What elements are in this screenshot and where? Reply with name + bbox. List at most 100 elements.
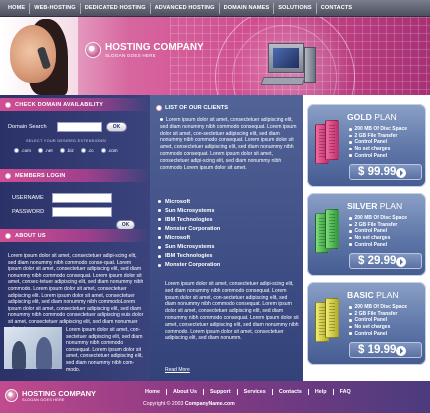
- client-item[interactable]: Monster Corporation: [158, 224, 220, 233]
- radio-icon[interactable]: [37, 148, 43, 153]
- nav-web-hosting[interactable]: WEB-HOSTING: [30, 0, 80, 17]
- extension-options: .com .net .biz .cc .com: [14, 148, 125, 153]
- plan-card-gold[interactable]: GOLD PLAN 200 MB Of Disc Space 2 GB File…: [307, 104, 426, 187]
- nav-advanced-hosting[interactable]: ADVANCED HOSTING: [151, 0, 219, 17]
- client-item[interactable]: Monster Corporation: [158, 261, 220, 270]
- plan-feature: 200 MB Of Disc Space: [349, 215, 407, 222]
- members-login-title: MEMBERS LOGIN: [15, 172, 66, 179]
- plan-feature: No set charges: [349, 324, 407, 331]
- client-item[interactable]: Sun Microsystems: [158, 206, 220, 215]
- client-item[interactable]: Microsoft: [158, 233, 220, 242]
- footer-link-about-us[interactable]: About Us: [167, 389, 203, 395]
- plan-feature: 200 MB Of Disc Space: [349, 304, 407, 311]
- ext-option[interactable]: .com: [100, 148, 118, 153]
- header-photo-woman-on-phone: [0, 17, 78, 95]
- company-name: HOSTING COMPANY: [105, 42, 204, 53]
- client-item[interactable]: Sun Microsystems: [158, 242, 220, 251]
- plan-name: BASIC PLAN: [347, 290, 399, 300]
- username-input[interactable]: [52, 193, 112, 203]
- plan-feature: Control Panel: [349, 241, 407, 248]
- plan-features: 200 MB Of Disc Space 2 GB File Transfer …: [349, 304, 407, 337]
- section-bullet-icon: [5, 172, 11, 179]
- radio-icon[interactable]: [100, 148, 106, 153]
- footer-link-home[interactable]: Home: [139, 389, 166, 395]
- footer-link-help[interactable]: Help: [309, 389, 333, 395]
- plan-feature: Control Panel: [349, 139, 407, 146]
- arrow-right-icon[interactable]: [396, 168, 406, 178]
- plan-price-button[interactable]: $ 99.99: [349, 164, 422, 180]
- ext-option[interactable]: .com: [14, 148, 31, 153]
- top-nav: HOME WEB-HOSTING DEDICATED HOSTING ADVAN…: [0, 0, 430, 17]
- plan-feature: 2 GB File Transfer: [349, 311, 407, 318]
- plan-feature: 200 MB Of Disc Space: [349, 126, 407, 133]
- footer-company-name: HOSTING COMPANY: [22, 389, 97, 398]
- plan-feature: No set charges: [349, 235, 407, 242]
- plan-name: SILVER PLAN: [347, 201, 403, 211]
- ext-option[interactable]: .biz: [59, 148, 74, 153]
- company-slogan: SLOGAN GOES HERE: [105, 53, 156, 58]
- nav-dedicated-hosting[interactable]: DEDICATED HOSTING: [81, 0, 150, 17]
- nav-home[interactable]: HOME: [4, 0, 29, 17]
- nav-domain-names[interactable]: DOMAIN NAMES: [220, 0, 274, 17]
- photo-face: [10, 25, 56, 83]
- clients-body-text: Lorem ipsum dolor sit amet, consectetuer…: [165, 281, 299, 342]
- person-figure: [36, 337, 52, 369]
- nav-solutions[interactable]: SOLUTIONS: [274, 0, 316, 17]
- username-label: USERNAME: [12, 195, 44, 201]
- clients-column: LIST OF OUR CLIENTS Lorem ipsum dolor si…: [150, 95, 303, 381]
- server-icon: [313, 207, 343, 265]
- person-figure: [12, 341, 26, 369]
- domain-search-ok-button[interactable]: OK: [106, 122, 127, 132]
- read-more-link[interactable]: Read More: [165, 367, 190, 373]
- footer-link-services[interactable]: Services: [238, 389, 272, 395]
- plan-price-button[interactable]: $ 29.99: [349, 253, 422, 269]
- plan-price: $ 29.99: [358, 255, 397, 267]
- office-photo: [4, 327, 62, 369]
- domain-search-label: Domain Search: [8, 124, 47, 130]
- computer-illustration: [260, 37, 322, 92]
- section-bullet-icon: [5, 101, 11, 108]
- plan-feature: Control Panel: [349, 228, 407, 235]
- logo-icon: [5, 389, 18, 402]
- company-logo[interactable]: HOSTING COMPANY SLOGAN GOES HERE: [85, 42, 204, 58]
- keyboard-icon: [260, 77, 306, 85]
- ext-option[interactable]: .cc: [80, 148, 94, 153]
- password-label: PASSWORD: [12, 209, 45, 215]
- nav-contacts[interactable]: CONTACTS: [317, 0, 356, 17]
- radio-icon[interactable]: [59, 148, 65, 153]
- plan-feature: Control Panel: [349, 152, 407, 159]
- section-bullet-icon: [5, 232, 11, 239]
- server-icon: [313, 296, 343, 354]
- logo-icon: [85, 42, 101, 58]
- footer-logo[interactable]: HOSTING COMPANY SLOGAN GOES HERE: [5, 389, 96, 402]
- plan-card-silver[interactable]: SILVER PLAN 200 MB Of Disc Space 2 GB Fi…: [307, 193, 426, 276]
- plan-name: GOLD PLAN: [347, 112, 397, 122]
- plans-column: GOLD PLAN 200 MB Of Disc Space 2 GB File…: [303, 95, 430, 381]
- ext-option[interactable]: .net: [37, 148, 53, 153]
- client-item[interactable]: IBM Technologies: [158, 252, 220, 261]
- footer-link-faq[interactable]: FAQ: [334, 389, 357, 395]
- radio-icon[interactable]: [14, 148, 19, 153]
- about-us-title: ABOUT US: [15, 232, 46, 239]
- footer-link-contacts[interactable]: Contacts: [273, 389, 308, 395]
- client-item[interactable]: IBM Technologies: [158, 215, 220, 224]
- clients-intro: Lorem ipsum dolor sit amet, consectetuer…: [160, 117, 297, 171]
- arrow-right-icon[interactable]: [396, 346, 406, 356]
- plan-card-basic[interactable]: BASIC PLAN 200 MB Of Disc Space 2 GB Fil…: [307, 282, 426, 365]
- header-banner: HOSTING COMPANY SLOGAN GOES HERE: [0, 17, 430, 95]
- footer: HOSTING COMPANY SLOGAN GOES HERE Home Ab…: [0, 381, 430, 413]
- section-bullet-icon: [156, 105, 162, 111]
- pc-tower-icon: [304, 47, 316, 83]
- clients-title: LIST OF OUR CLIENTS: [165, 105, 229, 111]
- radio-icon[interactable]: [80, 148, 86, 153]
- about-us-text: Lorem ipsum dolor sit amet, consectetuer…: [8, 253, 144, 332]
- plan-price: $ 99.99: [358, 166, 397, 178]
- domain-search-input[interactable]: [57, 122, 102, 132]
- password-input[interactable]: [52, 207, 112, 217]
- plan-price-button[interactable]: $ 19.99: [349, 342, 422, 358]
- arrow-right-icon[interactable]: [396, 257, 406, 267]
- client-item[interactable]: Microsoft: [158, 197, 220, 206]
- footer-link-support[interactable]: Support: [204, 389, 237, 395]
- about-us-header: ABOUT US: [0, 229, 150, 242]
- footer-links: Home About Us Support Services Contacts …: [139, 389, 357, 395]
